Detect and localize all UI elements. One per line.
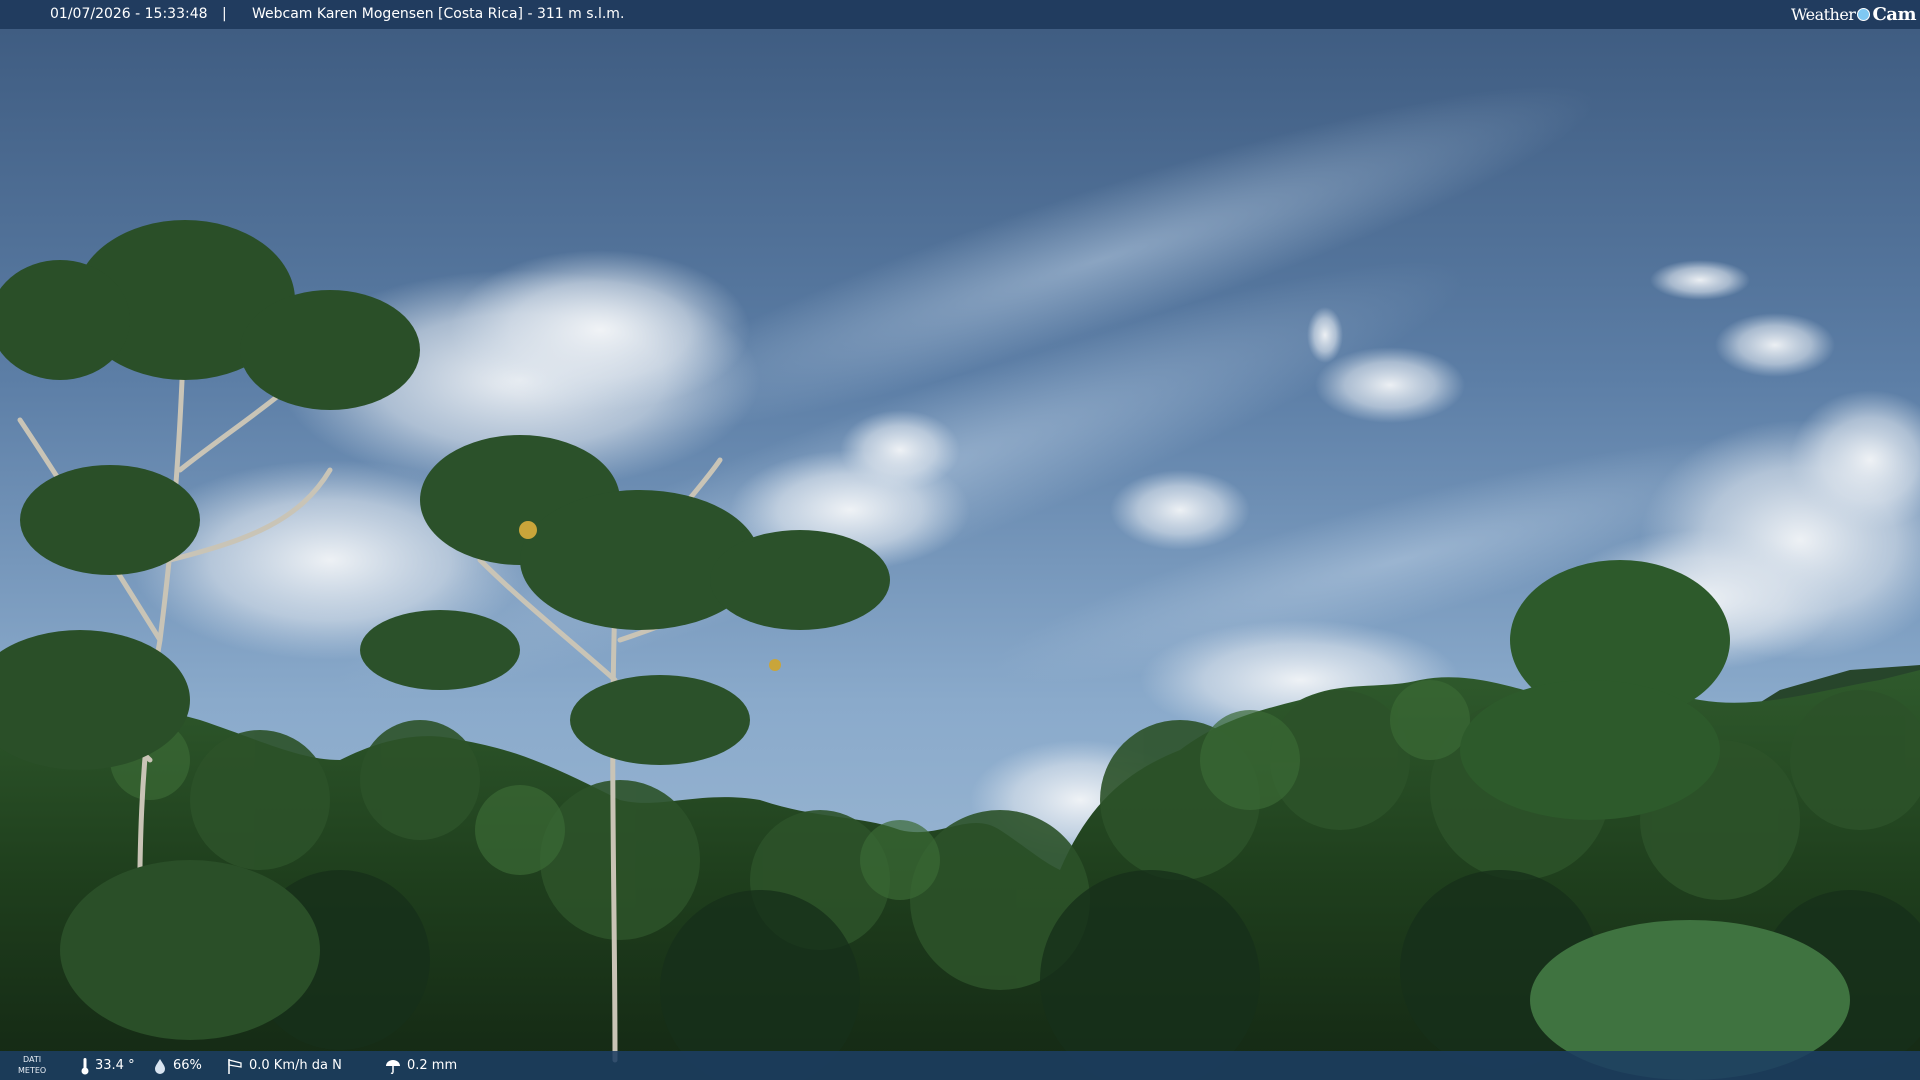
- humidity-reading: 66%: [152, 1051, 202, 1080]
- temperature-reading: 33.4 °: [80, 1051, 135, 1080]
- rain-reading: 0.2 mm: [384, 1051, 457, 1080]
- meteo-data-bar: DATI METEO 33.4 ° 66% 0.0 Km/h da N 0.2 …: [0, 1051, 1920, 1080]
- humidity-drop-icon: [155, 1058, 165, 1074]
- temperature-value: 33.4 °: [95, 1058, 135, 1073]
- timestamp: 01/07/2026 - 15:33:48: [50, 6, 208, 22]
- wind-value: 0.0 Km/h da N: [249, 1058, 342, 1073]
- rain-gauge-icon: [386, 1059, 400, 1074]
- webcam-header-bar: 01/07/2026 - 15:33:48 | Webcam Karen Mog…: [0, 0, 1920, 29]
- humidity-value: 66%: [173, 1058, 202, 1073]
- webcam-caption: Webcam Karen Mogensen [Costa Rica] - 311…: [252, 6, 625, 22]
- logo-dot-icon: [1857, 8, 1871, 21]
- weathercam-logo[interactable]: Weather Cam: [1790, 2, 1917, 27]
- wind-sock-icon: [228, 1058, 242, 1074]
- logo-text-weather: Weather: [1790, 5, 1856, 24]
- meteo-label-line1: DATI: [23, 1055, 42, 1064]
- webcam-frame: 01/07/2026 - 15:33:48 | Webcam Karen Mog…: [0, 0, 1920, 1080]
- meteo-label-line2: METEO: [18, 1066, 47, 1075]
- logo-text-cam: Cam: [1872, 4, 1916, 25]
- webcam-image: [0, 0, 1920, 1080]
- meteo-label: DATI METEO: [18, 1054, 46, 1076]
- thermometer-icon: [81, 1057, 89, 1074]
- wind-reading: 0.0 Km/h da N: [226, 1051, 342, 1080]
- rain-value: 0.2 mm: [407, 1058, 458, 1073]
- header-separator: |: [222, 6, 227, 22]
